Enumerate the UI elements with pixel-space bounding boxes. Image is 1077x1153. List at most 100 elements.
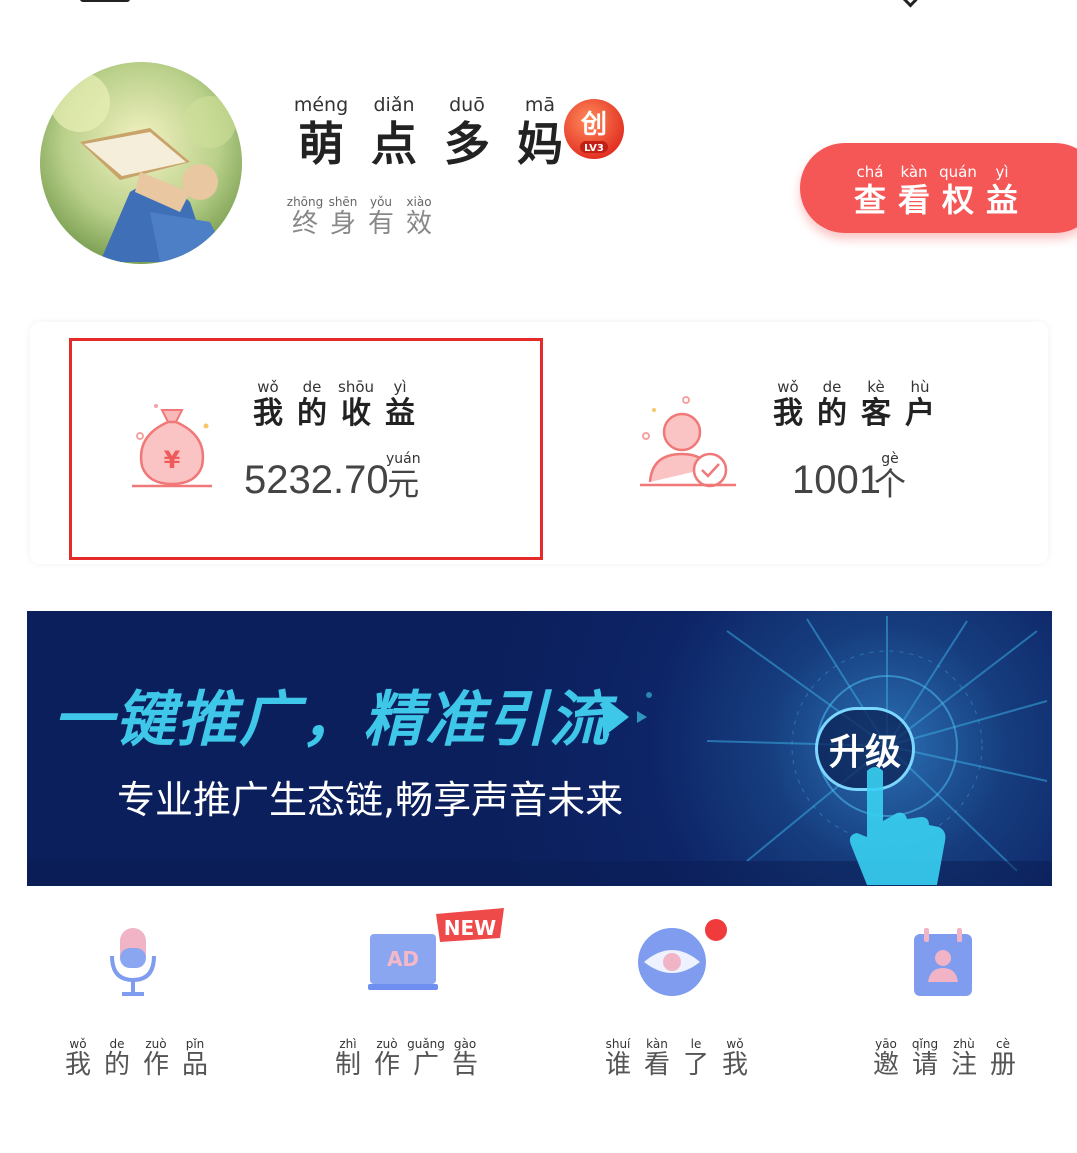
pointing-hand-icon xyxy=(849,767,946,885)
membership-validity: zhōng 终 shēn 身 yǒu 有 xiào 效 xyxy=(286,196,438,237)
pinyin: wǒ xyxy=(726,1037,744,1051)
level-text: LV3 xyxy=(584,143,604,154)
pinyin: méng xyxy=(293,94,349,116)
user-name: méng 萌 diǎn 点 duō 多 mā 妈 xyxy=(290,94,582,171)
invite-icon[interactable] xyxy=(910,926,976,1002)
pinyin: cè xyxy=(996,1037,1010,1051)
level-char: 创 xyxy=(580,110,607,140)
label-char: 客 xyxy=(861,396,891,431)
menu-char: 作 xyxy=(142,1050,169,1080)
pinyin: hù xyxy=(910,378,930,396)
avatar[interactable] xyxy=(40,62,242,264)
menu-char: 广 xyxy=(412,1050,439,1080)
label-char: 收 xyxy=(341,396,371,431)
name-char: 萌 xyxy=(298,117,344,171)
label-char: 益 xyxy=(385,396,415,431)
button-char: 权 xyxy=(941,181,974,219)
pinyin: de xyxy=(109,1037,125,1051)
menu-char: 告 xyxy=(451,1050,478,1080)
pinyin: shēn xyxy=(328,195,358,209)
label-char: 我 xyxy=(253,396,283,431)
name-char: 点 xyxy=(371,117,417,171)
label-char: 我 xyxy=(773,396,803,431)
pinyin: yāo xyxy=(875,1037,897,1051)
name-char: 妈 xyxy=(517,117,563,171)
menu-char: 注 xyxy=(950,1050,977,1080)
pinyin: yì xyxy=(995,163,1009,181)
banner-subline: 专业推广生态链,畅享声音未来 xyxy=(117,778,624,822)
earnings-value: 5232.70 xyxy=(244,458,389,502)
button-char: 查 xyxy=(853,181,886,219)
validity-char: 有 xyxy=(367,209,394,239)
pinyin: mā xyxy=(524,94,556,116)
menu-char: 的 xyxy=(103,1050,130,1080)
pinyin: zhù xyxy=(953,1037,975,1051)
pinyin: shōu xyxy=(338,378,375,396)
view-rights-label[interactable]: chá 查 kàn 看 quán 权 yì 益 xyxy=(852,163,1028,219)
svg-text:AD: AD xyxy=(387,947,419,971)
svg-text:¥: ¥ xyxy=(164,446,181,474)
menu-char: 请 xyxy=(911,1050,938,1080)
pinyin: de xyxy=(822,378,842,396)
customers-value: 1001 xyxy=(792,458,881,502)
validity-char: 身 xyxy=(329,209,356,239)
pinyin: kàn xyxy=(900,163,928,181)
my-earnings-label[interactable]: wǒ 我 de 的 shōu 收 yì 益 xyxy=(250,380,426,429)
pinyin: wǒ xyxy=(69,1037,87,1051)
label-char: 的 xyxy=(297,396,327,431)
pinyin: gè xyxy=(881,451,899,467)
menu-char: 我 xyxy=(721,1050,748,1080)
menu-char: 谁 xyxy=(604,1050,631,1080)
pinyin: yì xyxy=(393,378,407,396)
label-char: 的 xyxy=(817,396,847,431)
pinyin: quán xyxy=(939,163,977,181)
pinyin: chá xyxy=(856,163,884,181)
play-arrow-icon xyxy=(603,692,652,737)
pinyin: yǒu xyxy=(369,195,393,209)
pinyin: gào xyxy=(453,1037,477,1051)
validity-char: 终 xyxy=(291,209,318,239)
pinyin: wǒ xyxy=(257,378,279,396)
new-badge: NEW xyxy=(444,916,496,940)
unit-char: 元 xyxy=(387,465,420,503)
pinyin: le xyxy=(690,1037,702,1051)
chevron-icon xyxy=(900,0,918,8)
eye-icon[interactable] xyxy=(636,918,732,1006)
button-char: 益 xyxy=(985,181,1018,219)
creator-level-badge: 创 LV3 xyxy=(562,97,626,161)
pinyin: diǎn xyxy=(373,94,415,116)
menu-char: 品 xyxy=(181,1050,208,1080)
my-customers-label[interactable]: wǒ 我 de 的 kè 客 hù 户 xyxy=(770,380,946,429)
pinyin: xiào xyxy=(406,195,432,209)
menu-char: 看 xyxy=(643,1050,670,1080)
promo-banner[interactable]: 一键推广，精准引流 专业推广生态链,畅享声音未来 升级 xyxy=(27,611,1052,886)
menu-item-make-ad[interactable]: zhì 制 zuò 作 guǎng 广 gào 告 xyxy=(330,1038,486,1078)
validity-char: 效 xyxy=(405,209,432,239)
pinyin: zhì xyxy=(339,1037,357,1051)
button-char: 看 xyxy=(897,181,930,219)
pinyin: zuò xyxy=(376,1037,398,1051)
menu-char: 了 xyxy=(682,1050,709,1080)
menu-char: 册 xyxy=(989,1050,1016,1080)
money-bag-icon: ¥ xyxy=(126,396,218,492)
status-bar-remnant xyxy=(80,0,130,2)
ad-icon[interactable]: AD NEW xyxy=(366,908,508,1002)
pinyin: zuò xyxy=(145,1037,167,1051)
microphone-icon[interactable] xyxy=(106,926,160,1002)
pinyin: duō xyxy=(449,94,485,116)
menu-char: 制 xyxy=(334,1050,361,1080)
pinyin: kàn xyxy=(646,1037,668,1051)
menu-char: 我 xyxy=(64,1050,91,1080)
menu-char: 作 xyxy=(373,1050,400,1080)
pinyin: shuí xyxy=(605,1037,631,1051)
label-char: 户 xyxy=(905,396,935,431)
menu-item-invite-register[interactable]: yāo 邀 qǐng 请 zhù 注 cè 册 xyxy=(868,1038,1024,1078)
pinyin: guǎng xyxy=(407,1037,445,1051)
customer-icon xyxy=(636,392,740,492)
menu-item-my-works[interactable]: wǒ 我 de 的 zuò 作 pǐn 品 xyxy=(60,1038,216,1078)
pinyin: kè xyxy=(867,378,885,396)
menu-item-who-viewed-me[interactable]: shuí 谁 kàn 看 le 了 wǒ 我 xyxy=(600,1038,756,1078)
pinyin: zhōng xyxy=(286,195,324,209)
name-char: 多 xyxy=(444,117,490,171)
pinyin: de xyxy=(302,378,322,396)
